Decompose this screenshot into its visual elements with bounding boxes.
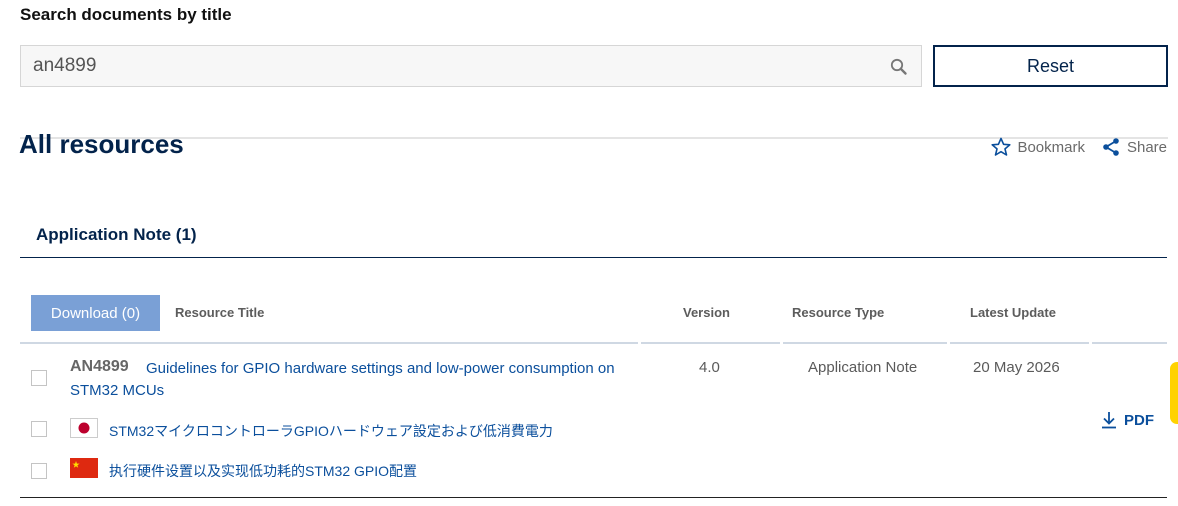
translation-link-japanese[interactable]: STM32マイクロコントローラGPIOハードウェア設定および低消費電力: [109, 421, 553, 441]
bookmark-button[interactable]: Bookmark: [991, 137, 1085, 157]
header-underline: [641, 342, 780, 344]
table-bottom-divider: [20, 497, 1167, 498]
share-icon: [1103, 138, 1119, 156]
star-icon: [991, 137, 1012, 156]
pdf-download-link[interactable]: PDF: [1100, 411, 1154, 429]
section-divider: [20, 257, 1167, 258]
feedback-tab[interactable]: [1170, 362, 1178, 424]
header-underline: [20, 342, 638, 344]
share-label: Share: [1126, 138, 1167, 156]
search-field[interactable]: [20, 45, 922, 87]
document-updated: 20 May 2026: [973, 359, 1060, 376]
column-header-updated[interactable]: Latest Update: [970, 305, 1056, 320]
document-version: 4.0: [699, 359, 720, 376]
flag-japan-icon: [70, 418, 98, 438]
reset-button[interactable]: Reset: [933, 45, 1168, 87]
row-checkbox[interactable]: [31, 370, 47, 386]
header-underline: [950, 342, 1089, 344]
header-underline: [783, 342, 947, 344]
flag-china-icon: [70, 458, 98, 478]
header-underline: [1092, 342, 1167, 344]
share-button[interactable]: Share: [1101, 137, 1167, 157]
document-type: Application Note: [808, 359, 918, 376]
search-icon[interactable]: [889, 57, 909, 77]
column-header-title[interactable]: Resource Title: [175, 305, 264, 320]
column-header-type[interactable]: Resource Type: [792, 305, 884, 320]
page-actions: Bookmark Share: [991, 137, 1167, 157]
download-icon: [1102, 412, 1116, 429]
column-header-version[interactable]: Version: [683, 305, 730, 320]
translation-checkbox[interactable]: [31, 463, 47, 479]
section-title[interactable]: Application Note (1): [36, 225, 197, 245]
search-input[interactable]: [21, 46, 921, 86]
search-heading: Search documents by title: [20, 5, 232, 24]
download-button[interactable]: Download (0): [31, 295, 160, 331]
document-id: AN4899: [70, 358, 129, 375]
page-title: All resources: [19, 129, 184, 157]
pdf-label: PDF: [1124, 411, 1154, 429]
bookmark-label: Bookmark: [1017, 138, 1085, 156]
document-title-link[interactable]: Guidelines for GPIO hardware settings an…: [70, 358, 645, 402]
translation-link-chinese[interactable]: 执行硬件设置以及实现低功耗的STM32 GPIO配置: [109, 461, 417, 481]
translation-checkbox[interactable]: [31, 421, 47, 437]
